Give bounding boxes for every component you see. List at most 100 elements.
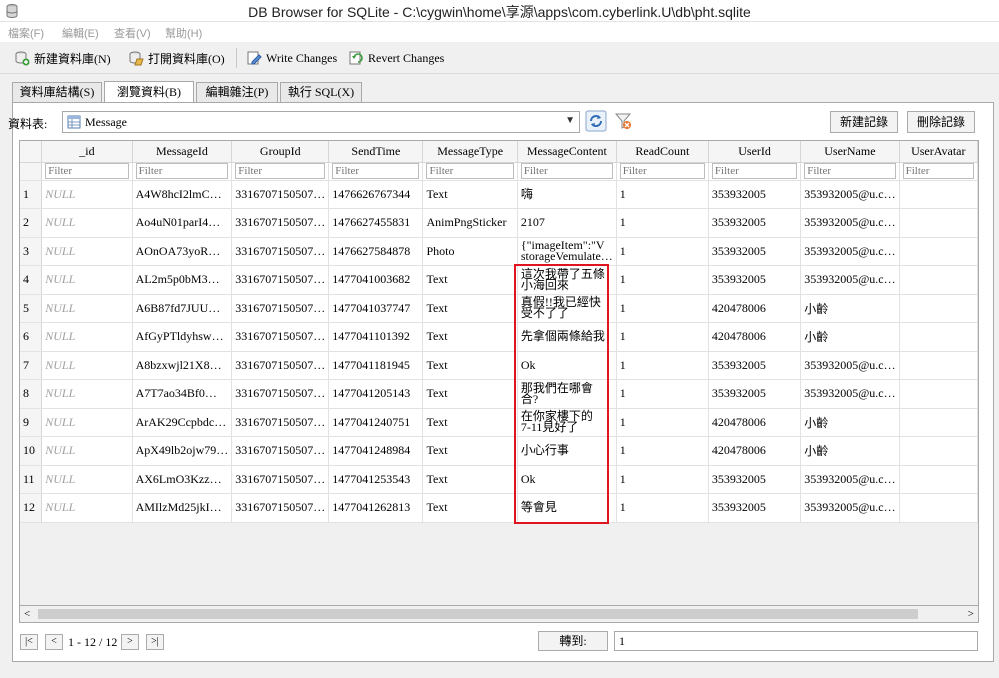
table-cell[interactable]: 353932005@u.c… bbox=[800, 351, 900, 380]
table-cell[interactable]: 1 bbox=[616, 265, 709, 295]
column-header-messagetype[interactable]: MessageType bbox=[422, 141, 518, 163]
table-cell[interactable]: Text bbox=[422, 436, 518, 466]
scroll-right-icon[interactable]: > bbox=[968, 608, 974, 620]
table-row[interactable]: 12 NULL AMIlzMd25jkI… 3316707150507… 1477041… bbox=[20, 493, 978, 523]
row-number[interactable]: 10 bbox=[20, 436, 43, 466]
table-cell[interactable]: 420478006 bbox=[708, 408, 802, 437]
table-cell[interactable]: 353932005 bbox=[708, 493, 802, 523]
table-cell[interactable]: 3316707150507… bbox=[231, 322, 330, 352]
horizontal-scrollbar[interactable]: < > bbox=[19, 606, 979, 623]
row-number[interactable]: 6 bbox=[20, 322, 43, 352]
table-cell[interactable]: 3316707150507… bbox=[231, 493, 330, 523]
table-cell[interactable]: 420478006 bbox=[708, 322, 802, 352]
column-header-userid[interactable]: UserId bbox=[708, 141, 802, 163]
table-cell[interactable]: 在你家樓下的 7-11見好了 bbox=[517, 408, 617, 437]
table-cell[interactable]: A7T7ao34Bf0… bbox=[132, 379, 233, 409]
table-cell[interactable]: 真假!!我已經快 受不了了 bbox=[517, 294, 617, 323]
table-cell[interactable]: NULL bbox=[41, 351, 133, 380]
table-cell[interactable]: 1477041248984 bbox=[328, 436, 424, 466]
table-cell[interactable] bbox=[899, 208, 978, 238]
table-cell[interactable]: 353932005 bbox=[708, 208, 802, 238]
table-cell[interactable] bbox=[899, 351, 978, 380]
row-number[interactable]: 1 bbox=[20, 180, 43, 209]
table-cell[interactable]: 3316707150507… bbox=[231, 265, 330, 295]
table-cell[interactable]: 353932005@u.c… bbox=[800, 208, 900, 238]
table-cell[interactable]: 3316707150507… bbox=[231, 208, 330, 238]
table-cell[interactable]: 353932005 bbox=[708, 265, 802, 295]
table-cell[interactable]: NULL bbox=[41, 180, 133, 209]
table-cell[interactable] bbox=[899, 493, 978, 523]
row-number[interactable]: 3 bbox=[20, 237, 43, 266]
row-number[interactable]: 4 bbox=[20, 265, 43, 295]
row-number[interactable]: 8 bbox=[20, 379, 43, 409]
table-row[interactable]: 1 NULL A4W8hcI2lmC… 3316707150507… 147662676… bbox=[20, 180, 978, 209]
table-cell[interactable]: AL2m5p0bM3… bbox=[132, 265, 233, 295]
table-cell[interactable]: 353932005 bbox=[708, 379, 802, 409]
table-cell[interactable]: 1476627584878 bbox=[328, 237, 424, 266]
table-cell[interactable] bbox=[899, 180, 978, 209]
table-cell[interactable]: 1477041262813 bbox=[328, 493, 424, 523]
table-cell[interactable]: 1477041205143 bbox=[328, 379, 424, 409]
write-changes-button[interactable]: Write Changes bbox=[242, 46, 341, 70]
table-cell[interactable] bbox=[899, 265, 978, 295]
table-cell[interactable]: Ao4uN01parI4… bbox=[132, 208, 233, 238]
filter-input-id[interactable] bbox=[45, 163, 129, 179]
goto-button[interactable]: 轉到: bbox=[538, 631, 608, 651]
row-number[interactable]: 7 bbox=[20, 351, 43, 380]
new-record-button[interactable]: 新建記錄 bbox=[830, 111, 898, 133]
table-cell[interactable]: 嗨 bbox=[517, 180, 617, 209]
table-row[interactable]: 4 NULL AL2m5p0bM3… 3316707150507… 1477041003… bbox=[20, 265, 978, 295]
table-cell[interactable]: AX6LmO3Kzz… bbox=[132, 465, 233, 494]
filter-input-messagecontent[interactable] bbox=[520, 163, 613, 179]
filter-input-messagetype[interactable] bbox=[426, 163, 514, 179]
table-cell[interactable]: 353932005 bbox=[708, 180, 802, 209]
table-cell[interactable]: NULL bbox=[41, 208, 133, 238]
table-cell[interactable]: NULL bbox=[41, 265, 133, 295]
table-cell[interactable]: 小齡 bbox=[800, 322, 900, 352]
table-cell[interactable]: Ok bbox=[517, 465, 617, 494]
table-cell[interactable]: Text bbox=[422, 379, 518, 409]
table-cell[interactable]: 1 bbox=[616, 436, 709, 466]
table-row[interactable]: 8 NULL A7T7ao34Bf0… 3316707150507… 147704120… bbox=[20, 379, 978, 409]
filter-input-useravatar[interactable] bbox=[902, 163, 974, 179]
table-cell[interactable]: Text bbox=[422, 265, 518, 295]
table-cell[interactable]: ApX49lb2ojw79… bbox=[132, 436, 233, 466]
open-database-button[interactable]: 打開資料庫(O) bbox=[124, 46, 229, 70]
tab-browse-data[interactable]: 瀏覽資料(B) bbox=[104, 81, 194, 102]
table-cell[interactable]: NULL bbox=[41, 237, 133, 266]
table-cell[interactable]: 353932005 bbox=[708, 351, 802, 380]
table-cell[interactable]: 1477041240751 bbox=[328, 408, 424, 437]
tab-execute-sql[interactable]: 執行 SQL(X) bbox=[280, 82, 362, 102]
goto-input[interactable]: 1 bbox=[614, 631, 978, 651]
table-cell[interactable]: 小齡 bbox=[800, 294, 900, 323]
row-number[interactable]: 9 bbox=[20, 408, 43, 437]
table-row[interactable]: 5 NULL A6B87fd7JUU… 3316707150507… 147704103… bbox=[20, 294, 978, 323]
table-cell[interactable] bbox=[899, 322, 978, 352]
table-cell[interactable]: Photo bbox=[422, 237, 518, 266]
column-header-messageid[interactable]: MessageId bbox=[132, 141, 233, 163]
table-cell[interactable]: Text bbox=[422, 408, 518, 437]
table-cell[interactable]: Ok bbox=[517, 351, 617, 380]
table-row[interactable]: 2 NULL Ao4uN01parI4… 3316707150507… 14766274… bbox=[20, 208, 978, 238]
table-cell[interactable]: 3316707150507… bbox=[231, 294, 330, 323]
table-cell[interactable]: 2107 bbox=[517, 208, 617, 238]
table-cell[interactable]: 小齡 bbox=[800, 408, 900, 437]
refresh-button[interactable] bbox=[585, 110, 607, 132]
table-cell[interactable] bbox=[899, 465, 978, 494]
table-cell[interactable]: 353932005@u.c… bbox=[800, 493, 900, 523]
scroll-left-icon[interactable]: < bbox=[24, 608, 30, 620]
table-cell[interactable]: {"imageItem":"V storageVemulate… bbox=[517, 237, 617, 266]
filter-input-sendtime[interactable] bbox=[332, 163, 420, 179]
first-page-button[interactable]: |< bbox=[20, 634, 38, 650]
table-cell[interactable]: 1 bbox=[616, 322, 709, 352]
table-cell[interactable]: 3316707150507… bbox=[231, 379, 330, 409]
filter-input-messageid[interactable] bbox=[135, 163, 229, 179]
filter-input-groupid[interactable] bbox=[235, 163, 326, 179]
table-cell[interactable]: A4W8hcI2lmC… bbox=[132, 180, 233, 209]
table-cell[interactable]: A6B87fd7JUU… bbox=[132, 294, 233, 323]
table-cell[interactable]: 1 bbox=[616, 408, 709, 437]
table-cell[interactable]: Text bbox=[422, 351, 518, 380]
table-cell[interactable]: 353932005 bbox=[708, 465, 802, 494]
table-cell[interactable]: 這次我帶了五條 小海回來 bbox=[517, 265, 617, 295]
table-cell[interactable]: AnimPngSticker bbox=[422, 208, 518, 238]
